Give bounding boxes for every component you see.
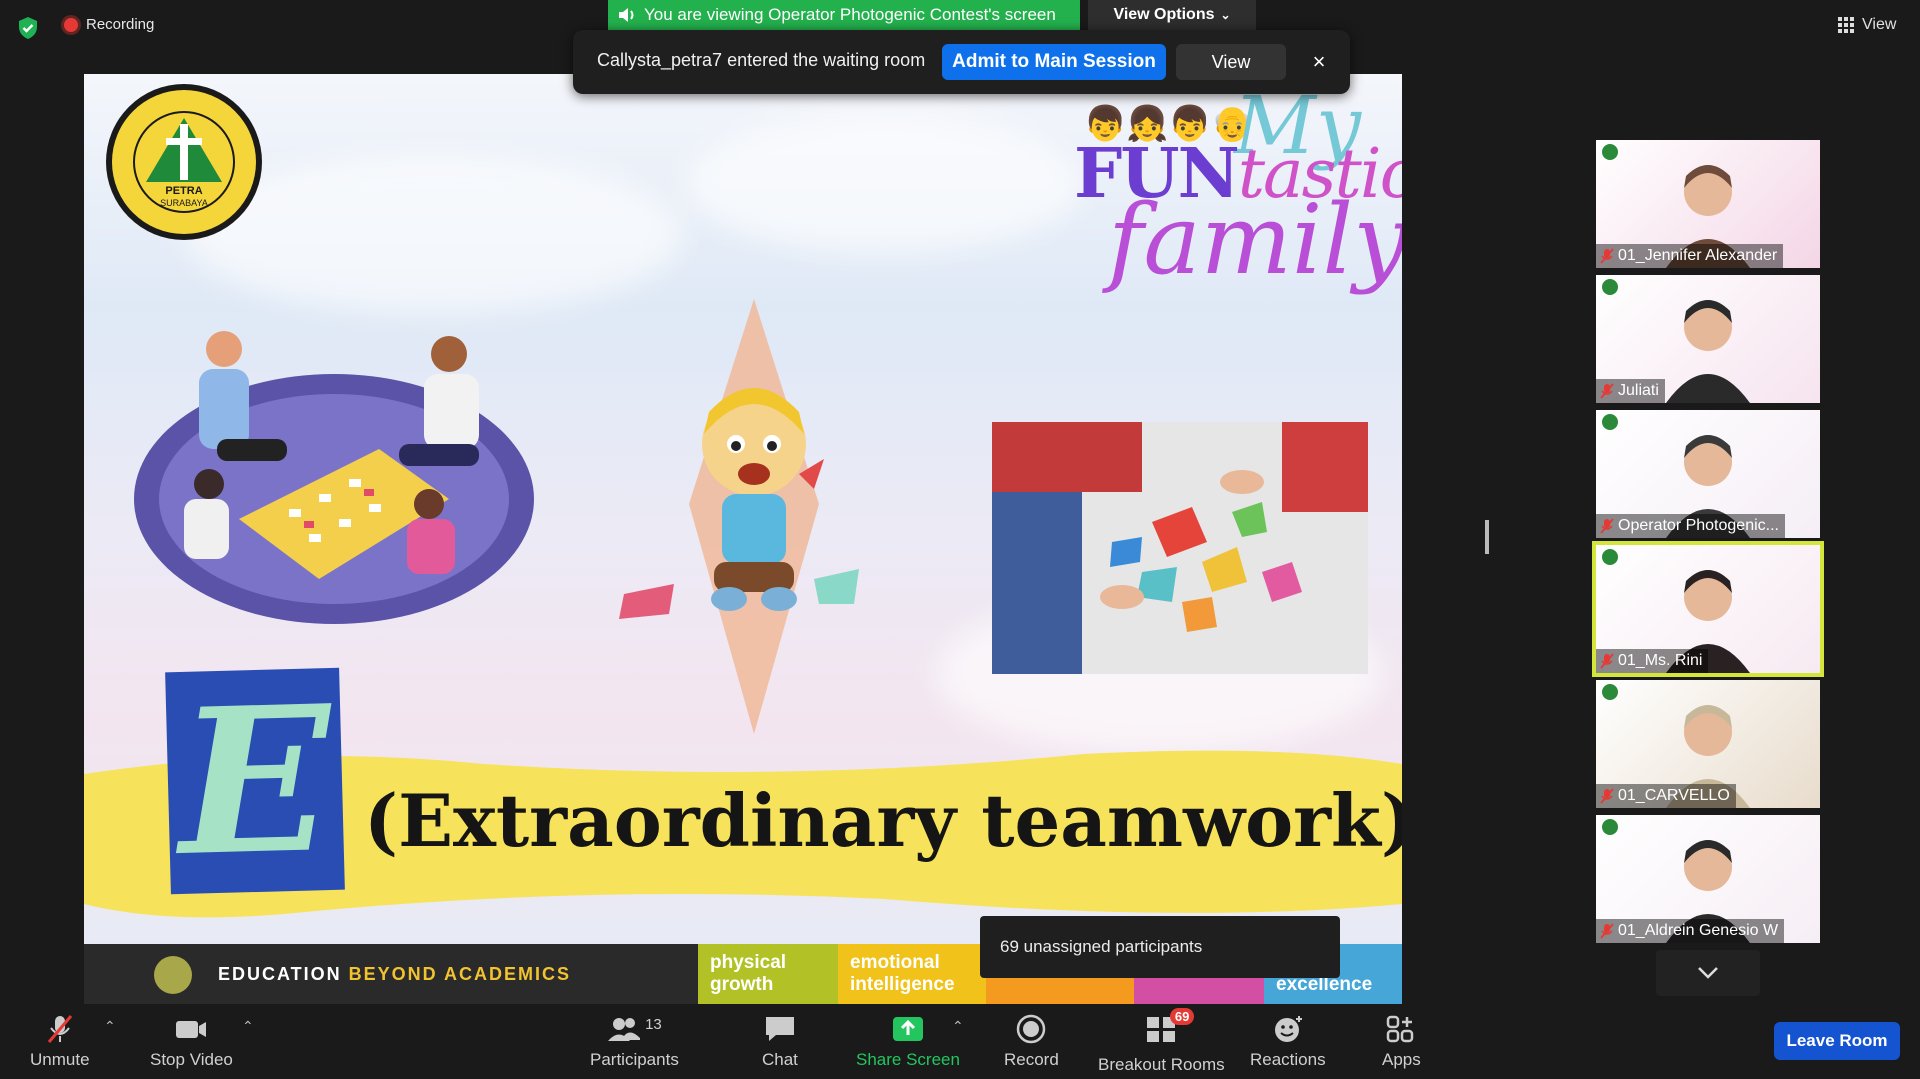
waiting-room-message: Callysta_petra7 entered the waiting room (597, 50, 926, 70)
view-layout-label: View (1862, 16, 1897, 33)
close-icon[interactable]: × (1301, 44, 1337, 80)
participant-name: 01_Jennifer Alexander (1618, 247, 1778, 264)
participant-name: 01_CARVELLO (1618, 787, 1730, 804)
viewing-screen-banner: You are viewing Operator Photogenic Cont… (608, 0, 1080, 30)
mic-muted-icon (1600, 518, 1614, 534)
gallery-next-button[interactable] (1656, 950, 1760, 996)
view-options-button[interactable]: View Options ⌄ (1088, 0, 1256, 30)
participant-name: Operator Photogenic... (1618, 517, 1779, 534)
chat-label: Chat (762, 1050, 798, 1069)
brand-family: family (1108, 184, 1402, 296)
video-options-caret[interactable]: ⌃ (242, 1018, 254, 1035)
participant-name-label: Juliati (1596, 379, 1665, 403)
share-screen-label: Share Screen (856, 1050, 960, 1069)
leave-room-button[interactable]: Leave Room (1774, 1022, 1900, 1060)
apps-label: Apps (1382, 1050, 1421, 1069)
pill-emotional-intelligence: emotional intelligence (838, 944, 986, 1004)
participant-name-label: 01_Jennifer Alexander (1596, 244, 1784, 268)
unmute-label: Unmute (30, 1050, 90, 1069)
stop-video-button[interactable]: Stop Video (150, 1014, 233, 1070)
share-screen-button[interactable]: Share Screen (856, 1014, 960, 1070)
stop-video-label: Stop Video (150, 1050, 233, 1069)
participant-tile[interactable]: Operator Photogenic... (1596, 410, 1820, 538)
record-label: Record (1004, 1050, 1059, 1069)
participant-name-label: Operator Photogenic... (1596, 514, 1785, 538)
footer-emblem-icon (154, 956, 192, 994)
participant-tile[interactable]: Juliati (1596, 275, 1820, 403)
recording-indicator[interactable]: Recording (64, 16, 154, 33)
smiley-icon (1274, 1016, 1302, 1042)
recording-label: Recording (86, 16, 155, 33)
meeting-toolbar: Unmute ⌃ Stop Video ⌃ 13 Participants Ch… (0, 1004, 1920, 1079)
mic-muted-icon (1600, 653, 1614, 669)
record-icon (1017, 1014, 1046, 1044)
mic-muted-icon (1600, 923, 1614, 939)
participant-tile[interactable]: 01_CARVELLO (1596, 680, 1820, 808)
view-layout-button[interactable]: View (1838, 16, 1896, 34)
unassigned-participants-tooltip: 69 unassigned participants (980, 916, 1340, 978)
participant-name: Juliati (1618, 382, 1659, 399)
logo-surabaya-text: SURABAYA (160, 198, 208, 208)
letter-e-block: E (165, 662, 345, 900)
reactions-button[interactable]: Reactions (1250, 1014, 1326, 1070)
participant-name-label: 01_Ms. Rini (1596, 649, 1709, 673)
participant-name-label: 01_Aldrein Genesio W (1596, 919, 1785, 943)
apps-icon (1387, 1015, 1414, 1043)
mic-muted-icon (1600, 383, 1614, 399)
chevron-down-icon: ⌄ (1220, 8, 1231, 22)
viewing-banner-text: You are viewing Operator Photogenic Cont… (644, 5, 1056, 24)
share-screen-icon (892, 1017, 923, 1041)
recording-dot-icon (64, 17, 78, 32)
participant-name: 01_Aldrein Genesio W (1618, 922, 1779, 939)
shared-screen: PETRA SURABAYA 👦👧👦👴 My FUNtastic family (84, 74, 1402, 1004)
cloud-decoration (684, 114, 1084, 254)
breakout-rooms-button[interactable]: 69 Breakout Rooms (1098, 1008, 1225, 1075)
footer-tagline: EDUCATION BEYOND ACADEMICS (218, 964, 571, 985)
record-button[interactable]: Record (1004, 1014, 1059, 1070)
participants-label: Participants (590, 1050, 679, 1069)
participant-tile[interactable]: 01_Jennifer Alexander (1596, 140, 1820, 268)
participants-button[interactable]: 13 Participants (590, 1014, 679, 1070)
notification-view-button[interactable]: View (1176, 44, 1286, 80)
view-options-label: View Options (1113, 6, 1215, 23)
footer-tagline-pre: EDUCATION (218, 964, 349, 984)
security-shield-icon[interactable] (16, 16, 40, 40)
panel-resize-handle[interactable] (1485, 520, 1489, 554)
participants-count: 13 (645, 1015, 662, 1033)
mic-muted-icon (1600, 248, 1614, 264)
chat-icon (765, 1017, 794, 1041)
breakout-count-badge: 69 (1169, 1008, 1195, 1025)
participant-tile[interactable]: 01_Ms. Rini (1592, 541, 1824, 677)
audio-options-caret[interactable]: ⌃ (104, 1018, 116, 1035)
chevron-down-icon (1698, 967, 1718, 979)
mic-muted-icon (1600, 788, 1614, 804)
boy-origami-illustration (619, 299, 859, 734)
video-camera-icon (176, 1021, 207, 1038)
participants-icon (608, 1018, 641, 1041)
share-options-caret[interactable]: ⌃ (952, 1018, 964, 1035)
school-logo: PETRA SURABAYA (106, 84, 262, 240)
pill-physical-growth: physical growth (698, 944, 838, 1004)
waiting-room-notification: Callysta_petra7 entered the waiting room… (573, 30, 1350, 94)
speaker-icon (619, 8, 634, 22)
breakout-rooms-label: Breakout Rooms (1098, 1055, 1225, 1074)
participant-tile[interactable]: 01_Aldrein Genesio W (1596, 815, 1820, 943)
chat-button[interactable]: Chat (762, 1014, 798, 1070)
admit-button[interactable]: Admit to Main Session (942, 44, 1166, 80)
slide-heading: (Extraordinary teamwork) (364, 778, 1402, 863)
logo-petra-text: PETRA (165, 185, 202, 197)
mic-muted-icon (47, 1015, 72, 1043)
participant-name: 01_Ms. Rini (1618, 652, 1703, 669)
apps-button[interactable]: Apps (1382, 1014, 1421, 1070)
family-boardgame-illustration (134, 331, 534, 624)
grid-icon (1838, 17, 1854, 33)
participant-name-label: 01_CARVELLO (1596, 784, 1736, 808)
unmute-button[interactable]: Unmute (30, 1014, 90, 1070)
footer-tagline-post: BEYOND ACADEMICS (348, 964, 572, 984)
reactions-label: Reactions (1250, 1050, 1326, 1069)
origami-photo (992, 422, 1368, 674)
